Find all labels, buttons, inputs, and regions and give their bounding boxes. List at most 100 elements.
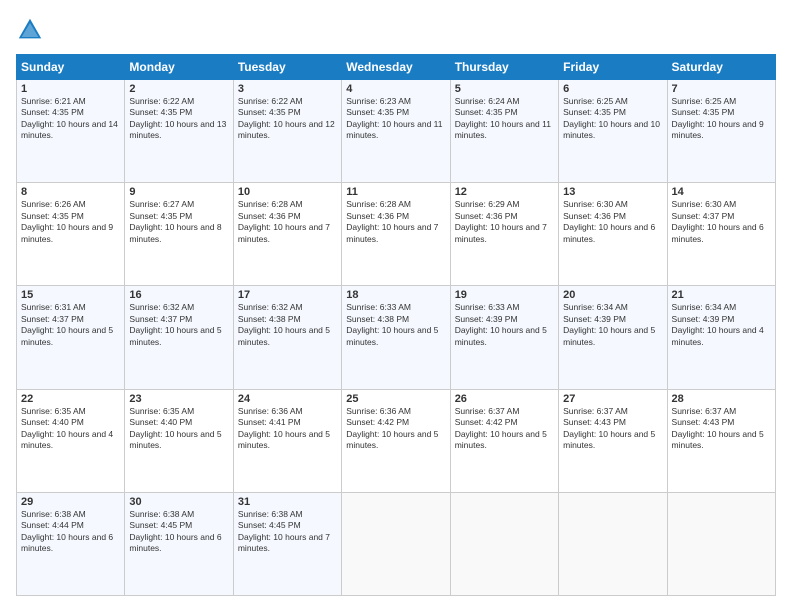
- calendar-day-cell: 1 Sunrise: 6:21 AMSunset: 4:35 PMDayligh…: [17, 80, 125, 183]
- calendar-day-cell: 13 Sunrise: 6:30 AMSunset: 4:36 PMDaylig…: [559, 183, 667, 286]
- weekday-header-cell: Thursday: [450, 55, 558, 80]
- day-info: Sunrise: 6:22 AMSunset: 4:35 PMDaylight:…: [129, 96, 228, 142]
- day-number: 6: [563, 83, 662, 95]
- calendar-week-row: 15 Sunrise: 6:31 AMSunset: 4:37 PMDaylig…: [17, 286, 776, 389]
- day-number: 24: [238, 393, 337, 405]
- calendar-day-cell: 26 Sunrise: 6:37 AMSunset: 4:42 PMDaylig…: [450, 389, 558, 492]
- day-number: 27: [563, 393, 662, 405]
- logo: [16, 16, 48, 44]
- calendar-day-cell: 30 Sunrise: 6:38 AMSunset: 4:45 PMDaylig…: [125, 492, 233, 595]
- day-info: Sunrise: 6:34 AMSunset: 4:39 PMDaylight:…: [672, 302, 771, 348]
- day-info: Sunrise: 6:29 AMSunset: 4:36 PMDaylight:…: [455, 199, 554, 245]
- day-info: Sunrise: 6:25 AMSunset: 4:35 PMDaylight:…: [563, 96, 662, 142]
- day-info: Sunrise: 6:38 AMSunset: 4:45 PMDaylight:…: [238, 509, 337, 555]
- day-info: Sunrise: 6:28 AMSunset: 4:36 PMDaylight:…: [346, 199, 445, 245]
- calendar-day-cell: 25 Sunrise: 6:36 AMSunset: 4:42 PMDaylig…: [342, 389, 450, 492]
- day-info: Sunrise: 6:28 AMSunset: 4:36 PMDaylight:…: [238, 199, 337, 245]
- day-number: 9: [129, 186, 228, 198]
- day-info: Sunrise: 6:33 AMSunset: 4:38 PMDaylight:…: [346, 302, 445, 348]
- day-number: 12: [455, 186, 554, 198]
- calendar-day-cell: 3 Sunrise: 6:22 AMSunset: 4:35 PMDayligh…: [233, 80, 341, 183]
- day-info: Sunrise: 6:31 AMSunset: 4:37 PMDaylight:…: [21, 302, 120, 348]
- day-info: Sunrise: 6:33 AMSunset: 4:39 PMDaylight:…: [455, 302, 554, 348]
- day-info: Sunrise: 6:27 AMSunset: 4:35 PMDaylight:…: [129, 199, 228, 245]
- day-number: 5: [455, 83, 554, 95]
- header: [16, 16, 776, 44]
- day-info: Sunrise: 6:32 AMSunset: 4:37 PMDaylight:…: [129, 302, 228, 348]
- day-info: Sunrise: 6:35 AMSunset: 4:40 PMDaylight:…: [129, 406, 228, 452]
- day-info: Sunrise: 6:36 AMSunset: 4:41 PMDaylight:…: [238, 406, 337, 452]
- day-info: Sunrise: 6:36 AMSunset: 4:42 PMDaylight:…: [346, 406, 445, 452]
- calendar-day-cell: 9 Sunrise: 6:27 AMSunset: 4:35 PMDayligh…: [125, 183, 233, 286]
- calendar-week-row: 29 Sunrise: 6:38 AMSunset: 4:44 PMDaylig…: [17, 492, 776, 595]
- logo-icon: [16, 16, 44, 44]
- day-number: 23: [129, 393, 228, 405]
- day-info: Sunrise: 6:30 AMSunset: 4:37 PMDaylight:…: [672, 199, 771, 245]
- day-info: Sunrise: 6:24 AMSunset: 4:35 PMDaylight:…: [455, 96, 554, 142]
- day-number: 10: [238, 186, 337, 198]
- day-number: 26: [455, 393, 554, 405]
- calendar-day-cell: 7 Sunrise: 6:25 AMSunset: 4:35 PMDayligh…: [667, 80, 775, 183]
- day-info: Sunrise: 6:35 AMSunset: 4:40 PMDaylight:…: [21, 406, 120, 452]
- weekday-header-cell: Monday: [125, 55, 233, 80]
- weekday-header-cell: Tuesday: [233, 55, 341, 80]
- day-number: 31: [238, 496, 337, 508]
- calendar-day-cell: 27 Sunrise: 6:37 AMSunset: 4:43 PMDaylig…: [559, 389, 667, 492]
- calendar-day-cell: 31 Sunrise: 6:38 AMSunset: 4:45 PMDaylig…: [233, 492, 341, 595]
- calendar-day-cell: 18 Sunrise: 6:33 AMSunset: 4:38 PMDaylig…: [342, 286, 450, 389]
- day-number: 2: [129, 83, 228, 95]
- calendar-day-cell: 14 Sunrise: 6:30 AMSunset: 4:37 PMDaylig…: [667, 183, 775, 286]
- day-number: 7: [672, 83, 771, 95]
- day-info: Sunrise: 6:37 AMSunset: 4:42 PMDaylight:…: [455, 406, 554, 452]
- calendar-day-cell: 4 Sunrise: 6:23 AMSunset: 4:35 PMDayligh…: [342, 80, 450, 183]
- calendar-day-cell: 12 Sunrise: 6:29 AMSunset: 4:36 PMDaylig…: [450, 183, 558, 286]
- calendar-day-cell: [667, 492, 775, 595]
- day-number: 25: [346, 393, 445, 405]
- day-number: 30: [129, 496, 228, 508]
- day-info: Sunrise: 6:30 AMSunset: 4:36 PMDaylight:…: [563, 199, 662, 245]
- day-number: 8: [21, 186, 120, 198]
- weekday-header-cell: Wednesday: [342, 55, 450, 80]
- weekday-header-row: SundayMondayTuesdayWednesdayThursdayFrid…: [17, 55, 776, 80]
- day-info: Sunrise: 6:23 AMSunset: 4:35 PMDaylight:…: [346, 96, 445, 142]
- calendar-day-cell: 20 Sunrise: 6:34 AMSunset: 4:39 PMDaylig…: [559, 286, 667, 389]
- day-info: Sunrise: 6:38 AMSunset: 4:45 PMDaylight:…: [129, 509, 228, 555]
- page: SundayMondayTuesdayWednesdayThursdayFrid…: [0, 0, 792, 612]
- calendar-day-cell: 11 Sunrise: 6:28 AMSunset: 4:36 PMDaylig…: [342, 183, 450, 286]
- day-info: Sunrise: 6:34 AMSunset: 4:39 PMDaylight:…: [563, 302, 662, 348]
- calendar-day-cell: [559, 492, 667, 595]
- calendar-day-cell: 5 Sunrise: 6:24 AMSunset: 4:35 PMDayligh…: [450, 80, 558, 183]
- calendar-table: SundayMondayTuesdayWednesdayThursdayFrid…: [16, 54, 776, 596]
- calendar-day-cell: 21 Sunrise: 6:34 AMSunset: 4:39 PMDaylig…: [667, 286, 775, 389]
- day-number: 29: [21, 496, 120, 508]
- day-number: 19: [455, 289, 554, 301]
- day-number: 4: [346, 83, 445, 95]
- day-number: 28: [672, 393, 771, 405]
- day-number: 3: [238, 83, 337, 95]
- calendar-day-cell: 28 Sunrise: 6:37 AMSunset: 4:43 PMDaylig…: [667, 389, 775, 492]
- calendar-day-cell: 2 Sunrise: 6:22 AMSunset: 4:35 PMDayligh…: [125, 80, 233, 183]
- day-info: Sunrise: 6:37 AMSunset: 4:43 PMDaylight:…: [563, 406, 662, 452]
- day-number: 21: [672, 289, 771, 301]
- day-number: 1: [21, 83, 120, 95]
- calendar-day-cell: 15 Sunrise: 6:31 AMSunset: 4:37 PMDaylig…: [17, 286, 125, 389]
- calendar-day-cell: 23 Sunrise: 6:35 AMSunset: 4:40 PMDaylig…: [125, 389, 233, 492]
- weekday-header-cell: Saturday: [667, 55, 775, 80]
- weekday-header-cell: Sunday: [17, 55, 125, 80]
- calendar-day-cell: [342, 492, 450, 595]
- calendar-day-cell: 22 Sunrise: 6:35 AMSunset: 4:40 PMDaylig…: [17, 389, 125, 492]
- day-info: Sunrise: 6:26 AMSunset: 4:35 PMDaylight:…: [21, 199, 120, 245]
- calendar-week-row: 1 Sunrise: 6:21 AMSunset: 4:35 PMDayligh…: [17, 80, 776, 183]
- day-info: Sunrise: 6:22 AMSunset: 4:35 PMDaylight:…: [238, 96, 337, 142]
- day-number: 20: [563, 289, 662, 301]
- calendar-day-cell: 24 Sunrise: 6:36 AMSunset: 4:41 PMDaylig…: [233, 389, 341, 492]
- calendar-day-cell: 10 Sunrise: 6:28 AMSunset: 4:36 PMDaylig…: [233, 183, 341, 286]
- day-number: 18: [346, 289, 445, 301]
- calendar-day-cell: 6 Sunrise: 6:25 AMSunset: 4:35 PMDayligh…: [559, 80, 667, 183]
- day-info: Sunrise: 6:37 AMSunset: 4:43 PMDaylight:…: [672, 406, 771, 452]
- day-number: 13: [563, 186, 662, 198]
- day-info: Sunrise: 6:32 AMSunset: 4:38 PMDaylight:…: [238, 302, 337, 348]
- day-info: Sunrise: 6:38 AMSunset: 4:44 PMDaylight:…: [21, 509, 120, 555]
- calendar-body: 1 Sunrise: 6:21 AMSunset: 4:35 PMDayligh…: [17, 80, 776, 596]
- day-info: Sunrise: 6:25 AMSunset: 4:35 PMDaylight:…: [672, 96, 771, 142]
